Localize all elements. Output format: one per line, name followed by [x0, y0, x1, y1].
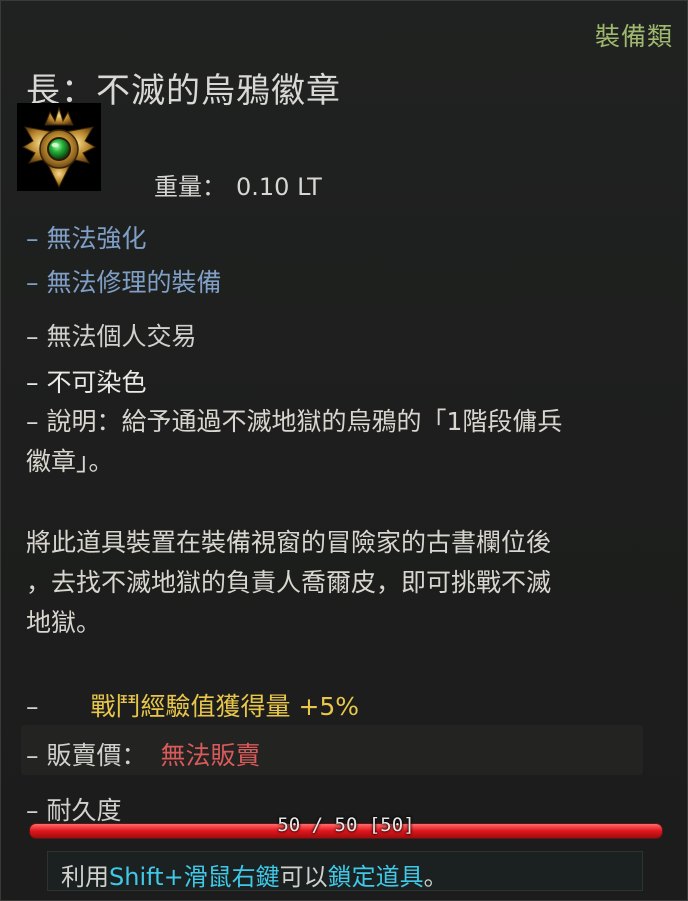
tag-no-repair: – 無法修理的裝備 [26, 268, 222, 297]
crow-badge-icon [17, 103, 101, 191]
item-tooltip: 裝備類 長：不滅的烏鴉徽章 重量： 0.10 LT – 無法強化 – 無法修理的… [0, 0, 688, 901]
hint-text: 可以 [279, 863, 328, 891]
weight-value: 0.10 LT [236, 173, 322, 201]
item-weight: 重量： 0.10 LT [154, 167, 322, 202]
hint-action: 鎖定道具 [327, 863, 424, 891]
item-description: – 說明：給予通過不滅地獄的烏鴉的「1階段傭兵 徽章」。 [26, 402, 666, 482]
tag-no-dye: – 不可染色 [26, 368, 147, 397]
tag-no-trade: – 無法個人交易 [26, 322, 197, 351]
usage-line: 地獄。 [26, 608, 102, 637]
description-line: 徽章」。 [26, 447, 114, 476]
hint-key-shift: Shift [109, 863, 164, 891]
item-category: 裝備類 [594, 22, 673, 51]
usage-line: 將此道具裝置在裝備視窗的冒險家的古書欄位後 [26, 528, 552, 557]
description-line: – 說明：給予通過不滅地獄的烏鴉的「1階段傭兵 [26, 407, 563, 436]
lock-hint: 利用Shift+滑鼠右鍵可以鎖定道具。 [61, 857, 448, 892]
usage-line: ，去找不滅地獄的負責人喬爾皮，即可挑戰不滅 [26, 568, 552, 597]
sell-value: 無法販賣 [160, 741, 261, 770]
weight-label: 重量： [154, 173, 226, 201]
durability-bar: 50 / 50 [50] [29, 814, 663, 839]
hint-end: 。 [423, 863, 448, 891]
hint-text: 利用 [61, 863, 109, 891]
item-usage-text: 將此道具裝置在裝備視窗的冒險家的古書欄位後 ，去找不滅地獄的負責人喬爾皮，即可挑… [26, 523, 666, 643]
bonus-text: 戰鬥經驗值獲得量 +5% [90, 692, 360, 721]
sell-price: – 販賣價： 無法販賣 [26, 736, 260, 772]
bonus-stat: – 戰鬥經驗值獲得量 +5% [26, 687, 359, 723]
bonus-dash: – [26, 692, 39, 721]
tag-no-enhance: – 無法強化 [26, 224, 147, 253]
durability-value: 50 / 50 [50] [277, 814, 415, 836]
sell-label: – 販賣價： [26, 741, 147, 770]
hint-plus: + [163, 863, 184, 891]
hint-key-mouse: 滑鼠右鍵 [183, 863, 280, 891]
